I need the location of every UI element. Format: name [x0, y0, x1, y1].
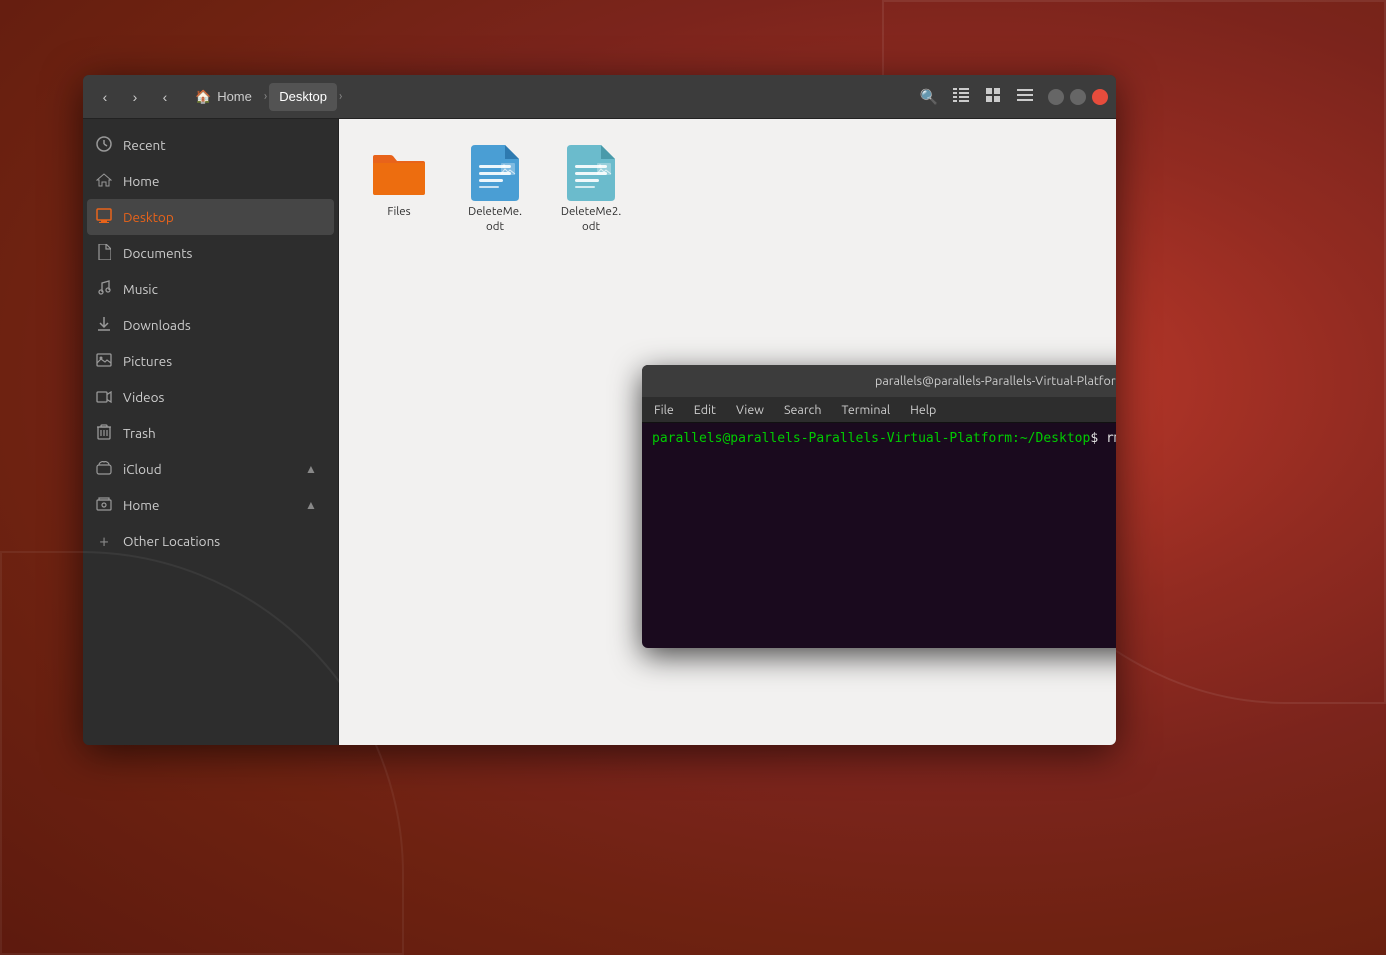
- files-folder-label: Files: [387, 205, 410, 220]
- recent-icon: [95, 136, 113, 155]
- sidebar-item-home[interactable]: Home: [87, 163, 334, 199]
- sidebar-item-pictures[interactable]: Pictures: [87, 343, 334, 379]
- sidebar-item-documents[interactable]: Documents: [87, 235, 334, 271]
- deleteme2-label: DeleteMe2. odt: [557, 205, 625, 235]
- search-icon: 🔍: [920, 88, 939, 106]
- sidebar-item-icloud[interactable]: iCloud ▲: [87, 451, 334, 487]
- hamburger-icon: [1017, 88, 1033, 105]
- terminal-titlebar: parallels@parallels-Parallels-Virtual-Pl…: [642, 365, 1116, 397]
- file-manager-window: ‹ › ‹ 🏠 Home › Desktop › 🔍: [83, 75, 1116, 745]
- breadcrumb-home[interactable]: 🏠 Home: [185, 83, 262, 111]
- sidebar-item-downloads[interactable]: Downloads: [87, 307, 334, 343]
- maximize-button[interactable]: [1070, 89, 1086, 105]
- sidebar-item-recent[interactable]: Recent: [87, 127, 334, 163]
- grid-view-icon: [986, 88, 1000, 106]
- desktop-label: Desktop: [123, 209, 322, 225]
- add-icon: +: [95, 532, 113, 551]
- file-item-files-folder[interactable]: Files: [359, 139, 439, 241]
- music-icon: [95, 280, 113, 299]
- terminal-menu-search[interactable]: Search: [780, 403, 826, 417]
- terminal-menu-edit[interactable]: Edit: [690, 403, 720, 417]
- documents-label: Documents: [123, 245, 322, 261]
- prompt-command: rm -r Files/*: [1106, 431, 1116, 446]
- terminal-menubar: File Edit View Search Terminal Help: [642, 397, 1116, 423]
- grid-view-button[interactable]: [978, 82, 1008, 112]
- icloud-eject-button[interactable]: ▲: [300, 458, 322, 480]
- up-button[interactable]: ‹: [151, 83, 179, 111]
- pictures-icon: [95, 353, 113, 370]
- back-button[interactable]: ‹: [91, 83, 119, 111]
- minimize-button[interactable]: [1048, 89, 1064, 105]
- breadcrumb: 🏠 Home › Desktop ›: [185, 83, 344, 111]
- terminal-prompt-line: parallels@parallels-Parallels-Virtual-Pl…: [652, 431, 1116, 446]
- sidebar-item-other-locations[interactable]: + Other Locations: [87, 523, 334, 559]
- videos-icon: [95, 389, 113, 406]
- trash-label: Trash: [123, 425, 322, 441]
- documents-icon: [95, 244, 113, 263]
- terminal-menu-file[interactable]: File: [650, 403, 678, 417]
- sidebar: Recent Home Desktop Documents: [83, 119, 339, 745]
- downloads-icon: [95, 316, 113, 335]
- main-area: Recent Home Desktop Documents: [83, 119, 1116, 745]
- search-button[interactable]: 🔍: [914, 82, 944, 112]
- content-area: Files: [339, 119, 1116, 745]
- prompt-dollar: $: [1090, 431, 1106, 446]
- terminal-title: parallels@parallels-Parallels-Virtual-Pl…: [650, 374, 1116, 388]
- home-label: Home: [123, 173, 322, 189]
- prompt-path: :~/Desktop: [1012, 431, 1090, 446]
- home2-label: Home: [123, 497, 290, 513]
- close-button[interactable]: [1092, 89, 1108, 105]
- prompt-user: parallels@parallels-Parallels-Virtual-Pl…: [652, 431, 1012, 446]
- terminal-menu-help[interactable]: Help: [906, 403, 940, 417]
- downloads-label: Downloads: [123, 317, 322, 333]
- home2-icon: [95, 497, 113, 514]
- sidebar-item-trash[interactable]: Trash: [87, 415, 334, 451]
- odt-icon-deleteme: [467, 145, 523, 201]
- terminal-menu-terminal[interactable]: Terminal: [838, 403, 895, 417]
- menu-button[interactable]: [1010, 82, 1040, 112]
- file-item-deleteme[interactable]: DeleteMe. odt: [455, 139, 535, 241]
- forward-button[interactable]: ›: [121, 83, 149, 111]
- home2-eject-button[interactable]: ▲: [300, 494, 322, 516]
- terminal-content[interactable]: parallels@parallels-Parallels-Virtual-Pl…: [642, 423, 1116, 648]
- breadcrumb-desktop[interactable]: Desktop: [269, 83, 337, 111]
- other-locations-label: Other Locations: [123, 533, 322, 549]
- desktop-sidebar-icon: [95, 208, 113, 227]
- header-actions: 🔍: [914, 82, 1040, 112]
- desktop-crumb-label: Desktop: [279, 89, 327, 104]
- breadcrumb-sep: ›: [262, 90, 269, 103]
- terminal-menu-view[interactable]: View: [732, 403, 768, 417]
- header-bar: ‹ › ‹ 🏠 Home › Desktop › 🔍: [83, 75, 1116, 119]
- trash-icon: [95, 424, 113, 443]
- terminal-window: parallels@parallels-Parallels-Virtual-Pl…: [642, 365, 1116, 648]
- home-crumb-label: Home: [217, 89, 252, 104]
- videos-label: Videos: [123, 389, 322, 405]
- file-grid: Files: [359, 139, 1096, 241]
- folder-icon-files: [371, 145, 427, 201]
- icloud-icon: [95, 461, 113, 478]
- home-sidebar-icon: [95, 172, 113, 191]
- window-controls: [1048, 89, 1108, 105]
- deleteme-label: DeleteMe. odt: [461, 205, 529, 235]
- odt-icon-deleteme2: [563, 145, 619, 201]
- nav-buttons: ‹ › ‹: [91, 83, 179, 111]
- sidebar-item-home2[interactable]: Home ▲: [87, 487, 334, 523]
- file-item-deleteme2[interactable]: DeleteMe2. odt: [551, 139, 631, 241]
- list-view-icon: [953, 88, 969, 106]
- sidebar-item-videos[interactable]: Videos: [87, 379, 334, 415]
- home-icon: 🏠: [195, 89, 211, 105]
- recent-label: Recent: [123, 137, 322, 153]
- sidebar-item-desktop[interactable]: Desktop: [87, 199, 334, 235]
- pictures-label: Pictures: [123, 353, 322, 369]
- icloud-label: iCloud: [123, 461, 290, 477]
- sidebar-item-music[interactable]: Music: [87, 271, 334, 307]
- breadcrumb-sep2: ›: [337, 90, 344, 103]
- list-view-button[interactable]: [946, 82, 976, 112]
- music-label: Music: [123, 281, 322, 297]
